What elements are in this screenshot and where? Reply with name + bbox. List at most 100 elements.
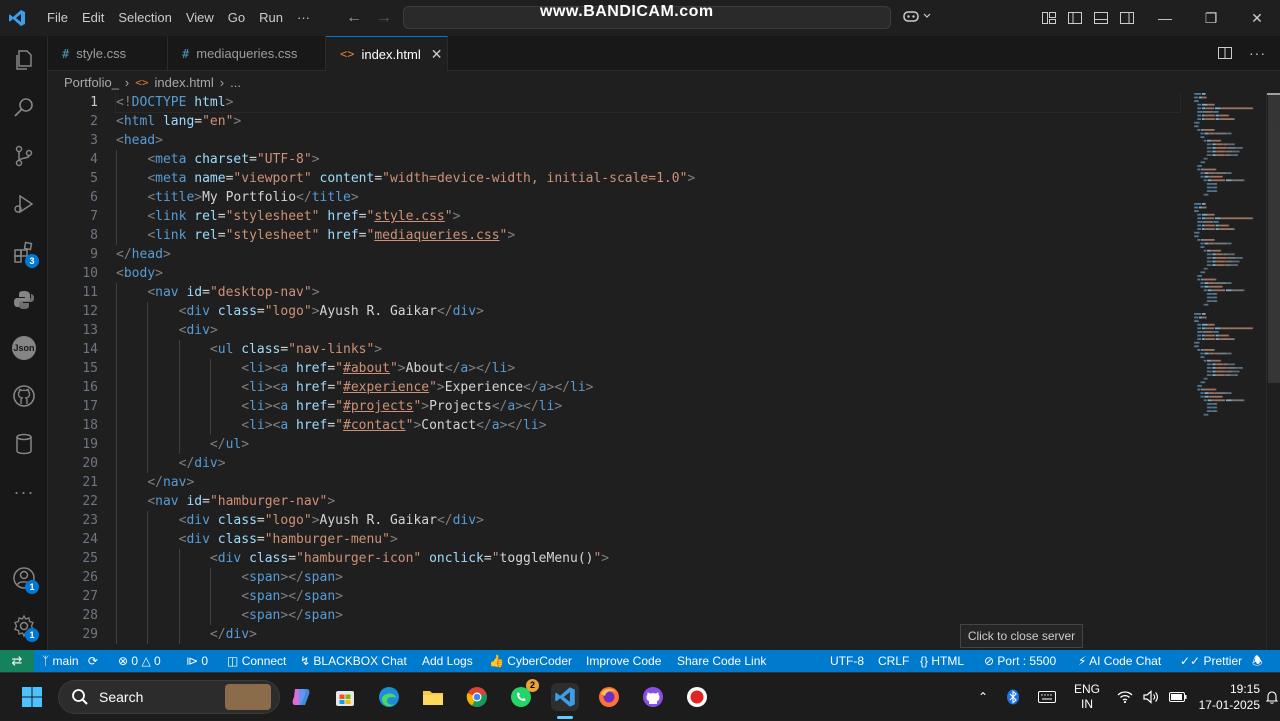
live-server-port[interactable]: ⊘ Port : 5500: [984, 650, 1056, 672]
improve-code-button[interactable]: Improve Code: [586, 650, 661, 672]
prettier-button[interactable]: ✓✓ Prettier: [1180, 650, 1242, 672]
language-mode[interactable]: {} HTML: [920, 650, 964, 672]
more-actions-icon[interactable]: ···: [1249, 45, 1266, 61]
quick-settings[interactable]: [1117, 673, 1187, 721]
scrollbar-thumb[interactable]: [1268, 93, 1280, 383]
branch-indicator[interactable]: ᛉ main ⟳: [42, 650, 98, 672]
menu-selection[interactable]: Selection: [111, 0, 178, 36]
split-editor-icon[interactable]: [1217, 45, 1233, 61]
code-line[interactable]: <li><a href="#about">About</a></li>: [116, 359, 1180, 378]
copilot-button[interactable]: [902, 9, 931, 23]
code-line[interactable]: <li><a href="#projects">Projects</a></li…: [116, 397, 1180, 416]
tab-mediaqueries-css[interactable]: # mediaqueries.css: [168, 36, 326, 71]
code-line[interactable]: <link rel="stylesheet" href="mediaquerie…: [116, 226, 1180, 245]
add-logs-button[interactable]: Add Logs: [422, 650, 473, 672]
close-window-icon[interactable]: ✕: [1234, 0, 1280, 36]
toggle-primary-sidebar-icon[interactable]: [1067, 10, 1083, 26]
code-line[interactable]: <div class="logo">Ayush R. Gaikar</div>: [116, 302, 1180, 321]
language-indicator[interactable]: ENG IN: [1074, 673, 1100, 721]
chevron-up-icon[interactable]: ⌃: [978, 690, 988, 704]
breadcrumb-more[interactable]: ...: [230, 75, 241, 90]
taskbar-search[interactable]: Search: [58, 680, 280, 714]
code-line[interactable]: <!DOCTYPE html>: [115, 93, 1181, 113]
code-line[interactable]: </head>: [116, 245, 1180, 264]
connect-button[interactable]: ◫ Connect: [227, 650, 286, 672]
json-icon[interactable]: Json: [0, 326, 48, 370]
code-editor[interactable]: 1 2 3 4 5 6 7 8 9 10 11 12 13 14 15 16 17 18 19 20 21 22 23 24 2…: [48, 93, 1280, 650]
breadcrumb-folder[interactable]: Portfolio_: [64, 75, 119, 90]
code-line[interactable]: <head>: [116, 131, 1180, 150]
code-line[interactable]: <html lang="en">: [116, 112, 1180, 131]
accounts-icon[interactable]: 1: [0, 556, 48, 600]
code-line[interactable]: <ul class="nav-links">: [116, 340, 1180, 359]
menu-edit[interactable]: Edit: [75, 0, 111, 36]
minimize-icon[interactable]: —: [1142, 0, 1188, 36]
remote-indicator-icon[interactable]: ⇄: [0, 650, 34, 672]
code-line[interactable]: </div>: [116, 454, 1180, 473]
forward-arrow-icon[interactable]: →: [376, 9, 392, 27]
blackbox-chat-button[interactable]: ↯ BLACKBOX Chat: [300, 650, 407, 672]
code-line[interactable]: </nav>: [116, 473, 1180, 492]
github-desktop-icon[interactable]: [639, 683, 667, 711]
explorer-icon[interactable]: [0, 38, 48, 82]
menu-run[interactable]: Run: [252, 0, 290, 36]
restore-icon[interactable]: ❐: [1188, 0, 1234, 36]
code-line[interactable]: <meta name="viewport" content="width=dev…: [116, 169, 1180, 188]
code-line[interactable]: <li><a href="#experience">Experience</a>…: [116, 378, 1180, 397]
code-line[interactable]: </ul>: [116, 435, 1180, 454]
github-icon[interactable]: [0, 374, 48, 418]
toggle-panel-icon[interactable]: [1093, 10, 1109, 26]
code-line[interactable]: <li><a href="#contact">Contact</a></li>: [116, 416, 1180, 435]
code-line[interactable]: <meta charset="UTF-8">: [116, 150, 1180, 169]
menu-more[interactable]: ···: [290, 0, 317, 36]
ports-indicator[interactable]: ⧐ 0: [186, 650, 208, 672]
code-line[interactable]: <link rel="stylesheet" href="style.css">: [116, 207, 1180, 226]
toggle-secondary-sidebar-icon[interactable]: [1119, 10, 1135, 26]
windows-start-icon[interactable]: [18, 683, 46, 711]
bluetooth-icon[interactable]: [1006, 689, 1020, 705]
database-icon[interactable]: [0, 422, 48, 466]
notifications-bell-icon[interactable]: 🕭: [1252, 650, 1263, 672]
run-debug-icon[interactable]: [0, 182, 48, 226]
close-tab-icon[interactable]: ✕: [431, 46, 443, 63]
file-explorer-icon[interactable]: [419, 683, 447, 711]
menu-view[interactable]: View: [179, 0, 221, 36]
bandicam-record-icon[interactable]: [683, 683, 711, 711]
eol-indicator[interactable]: CRLF: [878, 650, 909, 672]
code-line[interactable]: <div class="hamburger-icon" onclick="tog…: [116, 549, 1180, 568]
clock[interactable]: 19:15 17-01-2025: [1198, 673, 1260, 721]
edge-browser-icon[interactable]: [375, 683, 403, 711]
encoding-indicator[interactable]: UTF-8: [830, 650, 864, 672]
ai-code-chat-button[interactable]: ⚡ AI Code Chat: [1078, 650, 1161, 672]
code-line[interactable]: <span></span>: [116, 587, 1180, 606]
code-content[interactable]: <!DOCTYPE html> <html lang="en"> <head> <m…: [115, 93, 1181, 644]
extensions-icon[interactable]: 3: [0, 230, 48, 274]
source-control-icon[interactable]: [0, 134, 48, 178]
breadcrumb-file[interactable]: index.html: [155, 75, 214, 90]
copilot-app-icon[interactable]: [287, 683, 315, 711]
cybercoder-button[interactable]: 👍 CyberCoder: [489, 650, 572, 672]
code-line[interactable]: <div>: [116, 321, 1180, 340]
code-line[interactable]: <body>: [116, 264, 1180, 283]
menu-file[interactable]: File: [40, 0, 75, 36]
back-arrow-icon[interactable]: ←: [346, 9, 362, 27]
vscode-taskbar-icon[interactable]: [551, 683, 579, 711]
customize-layout-icon[interactable]: [1041, 10, 1057, 26]
share-code-link-button[interactable]: Share Code Link: [677, 650, 766, 672]
microsoft-store-icon[interactable]: [331, 683, 359, 711]
tab-index-html[interactable]: <> index.html ✕: [326, 36, 448, 71]
vertical-scrollbar[interactable]: [1266, 93, 1280, 650]
code-line[interactable]: <div class="hamburger-menu">: [116, 530, 1180, 549]
tab-style-css[interactable]: # style.css: [48, 36, 168, 71]
notification-center-icon[interactable]: [1266, 673, 1278, 721]
code-line[interactable]: <span></span>: [116, 606, 1180, 625]
firefox-icon[interactable]: [595, 683, 623, 711]
search-icon[interactable]: [0, 86, 48, 130]
code-line[interactable]: <div class="logo">Ayush R. Gaikar</div>: [116, 511, 1180, 530]
code-line[interactable]: <nav id="hamburger-nav">: [116, 492, 1180, 511]
chrome-browser-icon[interactable]: [463, 683, 491, 711]
manage-gear-icon[interactable]: 1: [0, 604, 48, 648]
problems-indicator[interactable]: ⊗ 0 △ 0: [118, 650, 161, 672]
keyboard-icon[interactable]: [1038, 691, 1057, 703]
code-line[interactable]: <title>My Portfolio</title>: [116, 188, 1180, 207]
